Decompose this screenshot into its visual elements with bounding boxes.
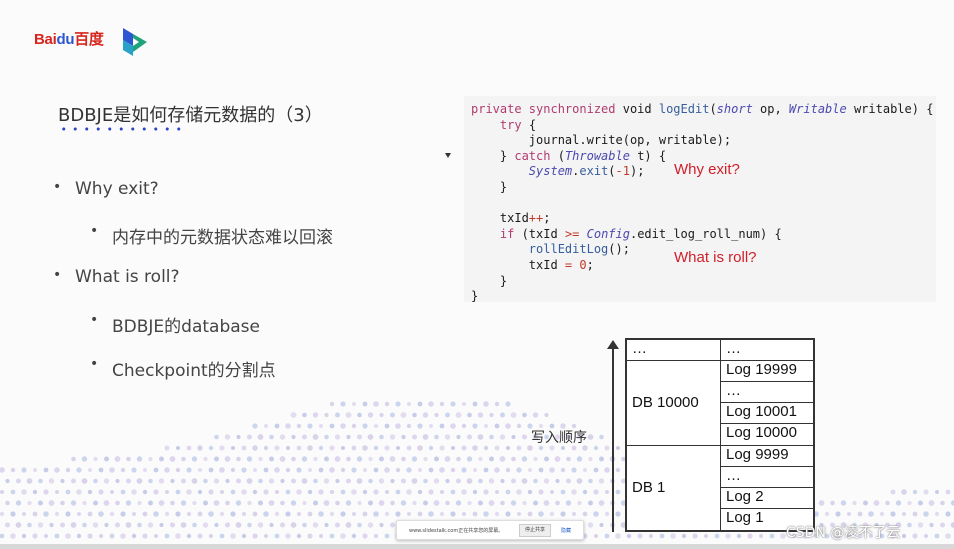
bullet-item: • What is roll? [53, 267, 180, 287]
brand-mark-icon [123, 28, 147, 56]
db-cell-1: DB 1 [626, 445, 721, 531]
log-cell: Log 10000 [720, 423, 814, 446]
code-line-5: System.exit(-1); [528, 164, 645, 179]
hide-link[interactable]: 隐藏 [561, 527, 571, 534]
bullet-item: • BDBJE的database [90, 312, 260, 337]
code-line-4: } catch (Throwable t) { [471, 148, 667, 163]
code-line-2: try { [499, 117, 537, 132]
log-cell: Log 9999 [720, 445, 814, 467]
share-message: www.slidestalk.com正在共享您的屏幕。 [409, 528, 504, 534]
code-line-8: txId++; [471, 211, 551, 226]
write-order-arrow [612, 346, 614, 532]
arrow-up-icon [607, 340, 619, 349]
log-cell: Log 2 [720, 487, 814, 509]
code-line-1: private synchronized void logEdit(short … [471, 102, 934, 116]
log-cell: … [720, 381, 814, 403]
log-cell: Log 10001 [720, 402, 814, 424]
code-line-13: } [471, 289, 479, 304]
code-line-3: journal.write(op, writable); [471, 133, 732, 148]
title-underline-dots [58, 126, 182, 132]
annotation-what-is-roll: What is roll? [674, 249, 757, 266]
db-cell-10000: DB 10000 [626, 360, 721, 446]
csdn-watermark: CSDN @凌不了云 [786, 525, 901, 541]
db-log-table: … DB 10000 DB 1 … Log 19999 … Log 10001 … [625, 338, 815, 532]
baidu-logo: Baidu百度 [34, 31, 104, 48]
code-line-11: txId = 0; [471, 258, 594, 272]
mouse-cursor-icon [445, 153, 451, 158]
db-cell-ellipsis: … [626, 339, 721, 361]
log-cell: … [720, 466, 814, 488]
log-cell: … [720, 339, 814, 361]
bullet-item: • Checkpoint的分割点 [90, 356, 276, 381]
code-line-6: } [471, 180, 508, 194]
screen-share-bar: www.slidestalk.com正在共享您的屏幕。 停止共享 隐藏 [396, 520, 584, 540]
slide-title: BDBJE是如何存储元数据的（3） [58, 105, 323, 126]
code-line-10: rollEditLog(); [528, 242, 630, 257]
code-line-9: if (txId >= Config.edit_log_roll_num) { [499, 226, 782, 241]
code-line-12: } [471, 273, 508, 288]
bullet-item: • 内存中的元数据状态难以回滚 [90, 223, 333, 248]
bottom-bar [0, 544, 954, 549]
write-order-label: 写入顺序 [531, 430, 587, 446]
log-cell: Log 19999 [720, 360, 814, 382]
annotation-why-exit: Why exit? [674, 161, 740, 178]
stop-sharing-button[interactable]: 停止共享 [519, 524, 551, 537]
code-block: private synchronized void logEdit(short … [464, 96, 936, 304]
bullet-item: • Why exit? [53, 179, 159, 199]
